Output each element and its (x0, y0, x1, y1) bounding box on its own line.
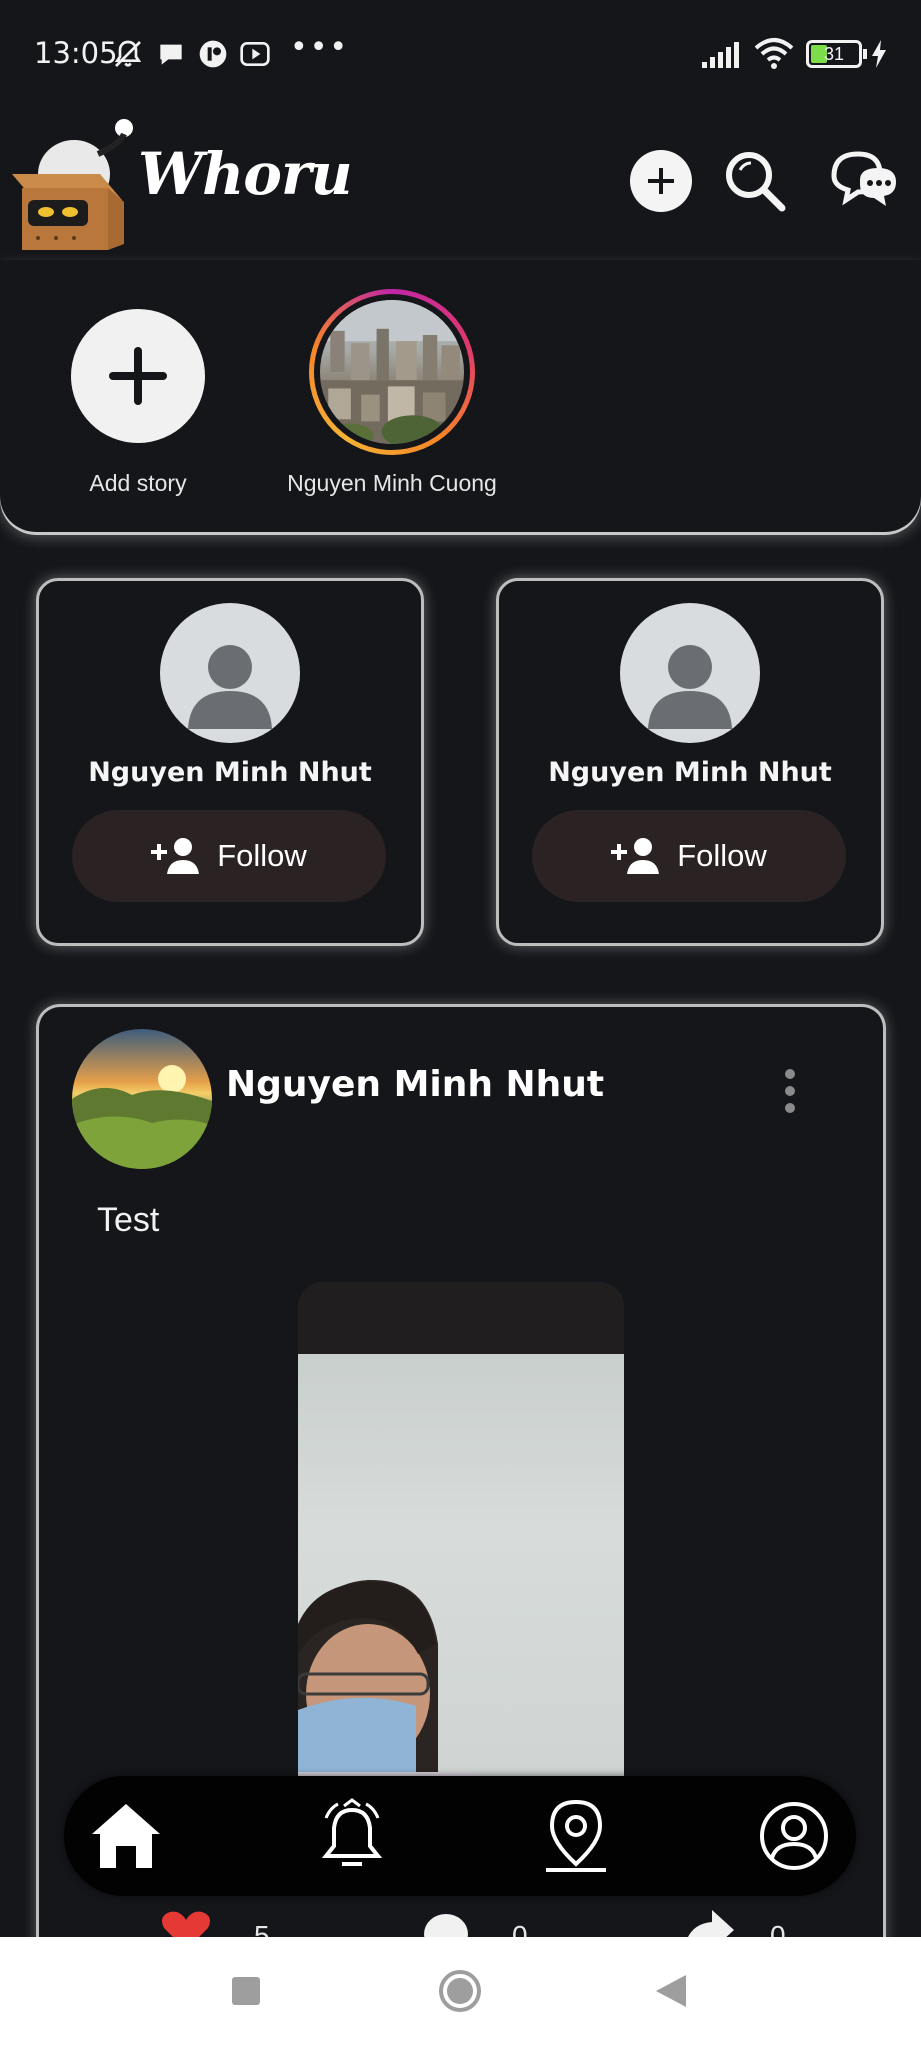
add-story-label: Add story (89, 470, 187, 496)
charging-icon (872, 40, 886, 68)
follow-button[interactable]: Follow (532, 810, 846, 902)
location-icon[interactable] (538, 1798, 614, 1874)
suggestion-name: Nguyen Minh Nhut (88, 757, 372, 788)
message-icon (160, 44, 182, 65)
status-time: 13:05 (34, 36, 118, 70)
post-author-name[interactable]: Nguyen Minh Nhut (226, 1064, 604, 1105)
add-story-button[interactable] (71, 309, 205, 443)
bottom-navigation (64, 1776, 856, 1896)
back-icon[interactable] (654, 1973, 688, 2009)
suggestion-name: Nguyen Minh Nhut (548, 757, 832, 788)
home-icon[interactable] (88, 1798, 164, 1874)
battery-icon: 31 (806, 40, 867, 68)
follow-label: Follow (677, 838, 767, 873)
suggestion-card: Nguyen Minh Nhut Follow (36, 578, 424, 946)
story-thumbnail (320, 300, 464, 444)
post-text: Test (97, 1201, 160, 1239)
add-user-icon (151, 838, 200, 874)
more-options-icon[interactable] (778, 1066, 802, 1116)
default-avatar-icon (188, 645, 272, 729)
more-notifications-icon: ••• (290, 30, 350, 65)
youtube-icon (240, 42, 270, 66)
avatar[interactable] (620, 603, 760, 743)
follow-button[interactable]: Follow (72, 810, 386, 902)
chat-icon[interactable] (830, 150, 900, 212)
battery-level: 31 (823, 44, 845, 64)
follow-label: Follow (217, 838, 307, 873)
profile-icon[interactable] (756, 1798, 832, 1874)
recent-apps-icon[interactable] (230, 1975, 262, 2007)
app-logo-icon (12, 119, 133, 250)
avatar[interactable] (160, 603, 300, 743)
add-icon (648, 168, 674, 194)
story-name: Nguyen Minh Cuong (287, 470, 497, 496)
plus-icon (109, 347, 167, 405)
wifi-icon (754, 38, 794, 69)
suggestion-card: Nguyen Minh Nhut Follow (496, 578, 884, 946)
create-post-button[interactable] (630, 150, 692, 212)
post-video[interactable] (298, 1282, 624, 1792)
default-avatar-icon (648, 645, 732, 729)
system-navigation-bar (0, 1937, 921, 2048)
story-item[interactable] (309, 289, 475, 455)
app-notification-icon (199, 40, 227, 68)
video-content (298, 1354, 624, 1792)
muted-bell-icon (114, 40, 142, 67)
search-icon[interactable] (722, 148, 788, 214)
bell-icon[interactable] (314, 1798, 390, 1874)
add-user-icon (611, 838, 660, 874)
post-author-avatar[interactable] (72, 1029, 212, 1169)
app-title: Whoru (138, 140, 353, 208)
home-button-icon[interactable] (438, 1969, 482, 2013)
signal-icon (702, 42, 739, 68)
